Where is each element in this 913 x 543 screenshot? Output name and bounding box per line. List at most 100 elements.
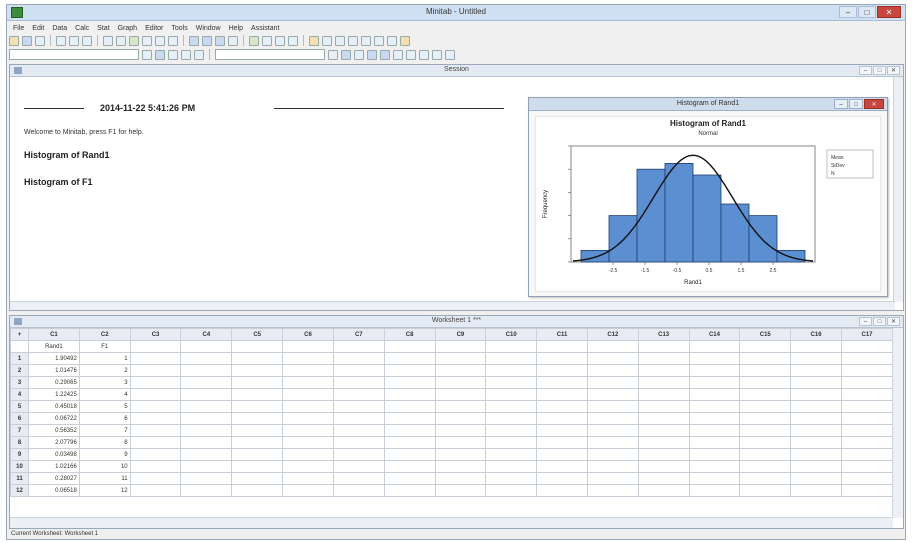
- table-cell[interactable]: [332, 448, 385, 461]
- graph-title-bar[interactable]: Histogram of Rand1 – □ ✕: [529, 98, 887, 111]
- table-cell[interactable]: [180, 388, 233, 401]
- row-icon[interactable]: [181, 49, 191, 60]
- column-name-cell[interactable]: [586, 340, 639, 353]
- corner-cell[interactable]: +: [10, 328, 29, 341]
- table-cell[interactable]: [739, 376, 792, 389]
- column-name-cell[interactable]: [739, 340, 792, 353]
- table-cell[interactable]: [536, 412, 588, 425]
- table-cell[interactable]: [282, 412, 334, 425]
- table-cell[interactable]: [332, 412, 385, 425]
- table-cell[interactable]: [332, 424, 385, 437]
- column-header[interactable]: C3: [129, 328, 182, 341]
- table-cell[interactable]: [383, 448, 436, 461]
- row-header[interactable]: 1: [10, 352, 29, 365]
- table-cell[interactable]: [841, 472, 893, 485]
- table-cell[interactable]: [434, 460, 487, 473]
- table-cell[interactable]: [485, 352, 538, 365]
- table-cell[interactable]: [841, 412, 893, 425]
- text-tool-icon[interactable]: [335, 35, 345, 46]
- column-name-cell[interactable]: [129, 340, 182, 353]
- table-cell[interactable]: [841, 484, 893, 497]
- table-cell[interactable]: [180, 436, 233, 449]
- insert-rows-icon[interactable]: [155, 35, 165, 46]
- row-header[interactable]: 6: [10, 412, 29, 425]
- fill-color-icon[interactable]: [380, 49, 390, 60]
- column-header[interactable]: C2: [78, 328, 131, 341]
- dropdown-arrow-icon[interactable]: [328, 49, 338, 60]
- minimize-button[interactable]: –: [839, 6, 857, 18]
- table-cell[interactable]: [231, 376, 284, 389]
- table-cell[interactable]: [180, 424, 233, 437]
- table-cell[interactable]: [383, 460, 436, 473]
- menu-item-file[interactable]: File: [13, 25, 24, 32]
- table-cell[interactable]: [536, 388, 588, 401]
- column-header[interactable]: C13: [637, 328, 690, 341]
- table-cell[interactable]: 5: [78, 400, 131, 413]
- table-cell[interactable]: [180, 484, 233, 497]
- table-cell[interactable]: [129, 376, 182, 389]
- table-cell[interactable]: 8: [78, 436, 131, 449]
- table-cell[interactable]: 1: [78, 352, 131, 365]
- table-cell[interactable]: [231, 388, 284, 401]
- table-cell[interactable]: [739, 448, 792, 461]
- table-cell[interactable]: [434, 472, 487, 485]
- table-cell[interactable]: [688, 484, 741, 497]
- table-cell[interactable]: [637, 484, 690, 497]
- line-draw-icon[interactable]: [419, 49, 429, 60]
- project-manager-icon[interactable]: [249, 35, 259, 46]
- table-cell[interactable]: [129, 352, 182, 365]
- table-cell[interactable]: 2.07796: [28, 436, 80, 449]
- table-cell[interactable]: [332, 472, 385, 485]
- table-cell[interactable]: [383, 400, 436, 413]
- table-cell[interactable]: 1.90492: [28, 352, 80, 365]
- worksheet-vertical-scrollbar[interactable]: [892, 328, 903, 518]
- table-cell[interactable]: 1.22425: [28, 388, 80, 401]
- table-cell[interactable]: [383, 436, 436, 449]
- table-cell[interactable]: [688, 400, 741, 413]
- ellipse-tool-icon[interactable]: [374, 35, 384, 46]
- table-cell[interactable]: [485, 448, 538, 461]
- column-header[interactable]: C12: [586, 328, 639, 341]
- line-style-icon[interactable]: [367, 49, 377, 60]
- row-header[interactable]: 11: [10, 472, 29, 485]
- row-header[interactable]: 3: [10, 376, 29, 389]
- menu-item-tools[interactable]: Tools: [171, 25, 187, 32]
- column-name-cell[interactable]: Rand1: [28, 340, 80, 353]
- table-cell[interactable]: [129, 364, 182, 377]
- table-cell[interactable]: [282, 364, 334, 377]
- align-icon[interactable]: [354, 49, 364, 60]
- column-header[interactable]: C11: [536, 328, 588, 341]
- table-cell[interactable]: 0.56352: [28, 424, 80, 437]
- table-cell[interactable]: [841, 424, 893, 437]
- column-name-cell[interactable]: [688, 340, 741, 353]
- text-box-icon[interactable]: [406, 49, 416, 60]
- table-cell[interactable]: [688, 472, 741, 485]
- brush-icon[interactable]: [309, 35, 319, 46]
- font-icon[interactable]: [341, 49, 351, 60]
- table-cell[interactable]: [282, 352, 334, 365]
- column-name-cell[interactable]: [536, 340, 588, 353]
- table-cell[interactable]: [332, 376, 385, 389]
- table-cell[interactable]: [485, 400, 538, 413]
- table-cell[interactable]: [688, 448, 741, 461]
- undo-icon[interactable]: [103, 35, 113, 46]
- table-cell[interactable]: 10: [78, 460, 131, 473]
- table-cell[interactable]: 0.29065: [28, 376, 80, 389]
- table-cell[interactable]: 9: [78, 448, 131, 461]
- table-cell[interactable]: [586, 412, 639, 425]
- menu-item-editor[interactable]: Editor: [145, 25, 163, 32]
- graph-editing-combo[interactable]: [215, 49, 325, 60]
- table-cell[interactable]: [688, 352, 741, 365]
- table-cell[interactable]: [586, 352, 639, 365]
- column-name-cell[interactable]: [790, 340, 842, 353]
- table-cell[interactable]: [180, 412, 233, 425]
- table-cell[interactable]: [180, 400, 233, 413]
- table-cell[interactable]: [434, 412, 487, 425]
- table-cell[interactable]: [332, 364, 385, 377]
- table-cell[interactable]: [434, 436, 487, 449]
- table-cell[interactable]: [485, 436, 538, 449]
- table-cell[interactable]: [282, 484, 334, 497]
- table-cell[interactable]: [790, 412, 842, 425]
- menu-item-help[interactable]: Help: [229, 25, 243, 32]
- table-cell[interactable]: [688, 388, 741, 401]
